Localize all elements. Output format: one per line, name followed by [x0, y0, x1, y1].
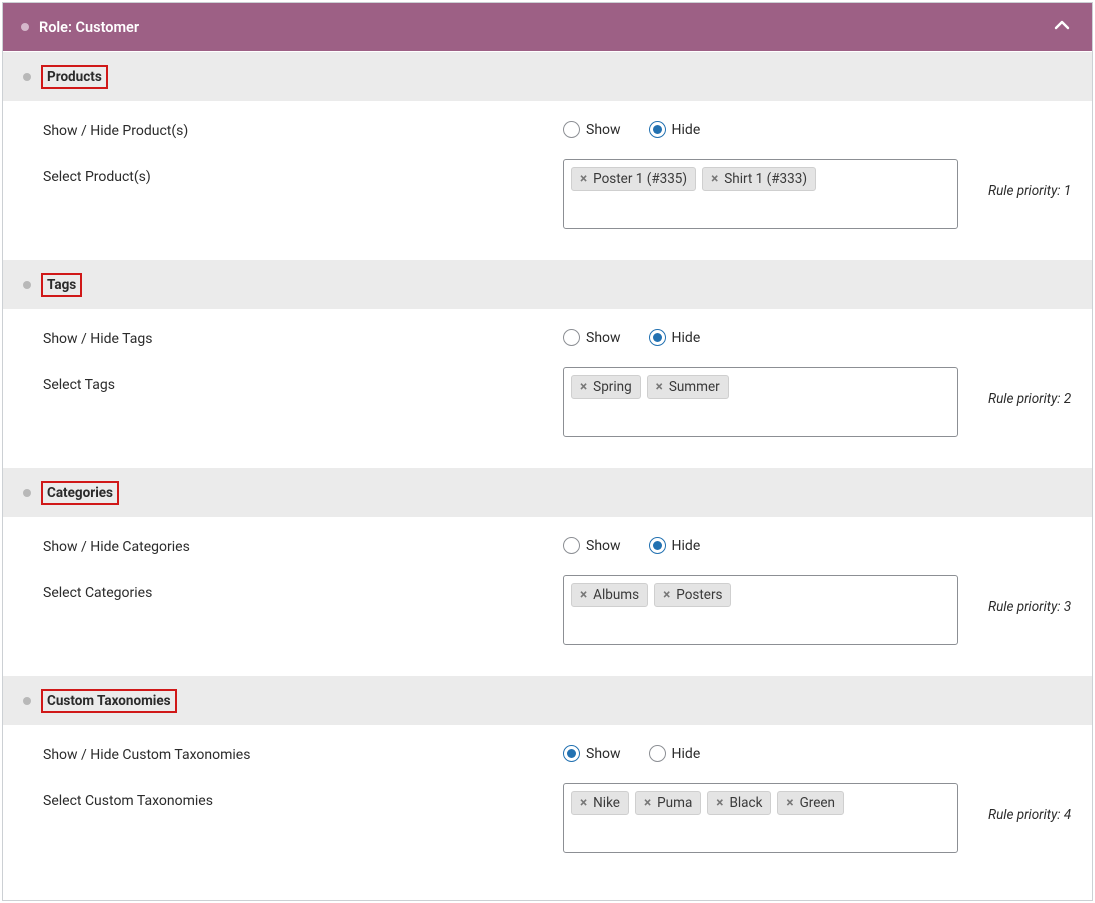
close-icon[interactable]: ×	[663, 587, 670, 603]
show-hide-label: Show / Hide Tags	[43, 329, 563, 347]
select-label: Select Product(s)	[43, 159, 563, 185]
show-hide-radio-group: Show Hide	[563, 329, 700, 346]
close-icon[interactable]: ×	[580, 587, 587, 603]
radio-hide[interactable]: Hide	[649, 537, 701, 554]
chip[interactable]: × Spring	[571, 375, 641, 399]
radio-show-label: Show	[586, 746, 621, 762]
chip[interactable]: × Black	[707, 791, 771, 815]
radio-show-label: Show	[586, 330, 621, 346]
multiselect-input[interactable]: × Spring × Summer	[563, 367, 958, 437]
close-icon[interactable]: ×	[580, 379, 587, 395]
chip-label: Posters	[676, 587, 722, 603]
section-header[interactable]: Categories	[3, 467, 1092, 517]
close-icon[interactable]: ×	[716, 795, 723, 811]
section-body: Show / Hide Product(s) Show Hide Select Pro…	[3, 101, 1092, 259]
chip-label: Puma	[657, 795, 692, 811]
section-title: Categories	[41, 481, 119, 505]
select-label: Select Custom Taxonomies	[43, 783, 563, 809]
chip[interactable]: × Albums	[571, 583, 648, 607]
show-hide-radio-group: Show Hide	[563, 537, 700, 554]
chip-label: Black	[729, 795, 762, 811]
section-title: Products	[41, 65, 108, 89]
bullet-icon	[23, 489, 31, 497]
radio-show-label: Show	[586, 538, 621, 554]
section-header[interactable]: Custom Taxonomies	[3, 675, 1092, 725]
close-icon[interactable]: ×	[786, 795, 793, 811]
show-hide-label: Show / Hide Product(s)	[43, 121, 563, 139]
radio-show[interactable]: Show	[563, 745, 621, 762]
radio-hide-label: Hide	[672, 538, 701, 554]
section-body: Show / Hide Categories Show Hide Select Cat…	[3, 517, 1092, 675]
section-header[interactable]: Products	[3, 51, 1092, 101]
multiselect-input[interactable]: × Nike × Puma × Black × Green	[563, 783, 958, 853]
section-title: Custom Taxonomies	[41, 689, 177, 713]
rule-priority: Rule priority: 2	[988, 391, 1071, 407]
multiselect-input[interactable]: × Poster 1 (#335) × Shirt 1 (#333)	[563, 159, 958, 229]
close-icon[interactable]: ×	[656, 379, 663, 395]
chip-label: Nike	[593, 795, 620, 811]
chip[interactable]: × Nike	[571, 791, 629, 815]
section-body: Show / Hide Custom Taxonomies Show Hide Sel…	[3, 725, 1092, 883]
section-header[interactable]: Tags	[3, 259, 1092, 309]
role-header[interactable]: Role: Customer	[3, 3, 1092, 51]
radio-show-label: Show	[586, 122, 621, 138]
radio-hide-label: Hide	[672, 330, 701, 346]
chip-label: Albums	[593, 587, 639, 603]
chip-label: Poster 1 (#335)	[593, 171, 687, 187]
bullet-icon	[23, 73, 31, 81]
chip-label: Summer	[669, 379, 720, 395]
radio-show[interactable]: Show	[563, 121, 621, 138]
section-body: Show / Hide Tags Show Hide Select Tags × Spri…	[3, 309, 1092, 467]
chip[interactable]: × Poster 1 (#335)	[571, 167, 696, 191]
section-title: Tags	[41, 273, 82, 297]
close-icon[interactable]: ×	[644, 795, 651, 811]
close-icon[interactable]: ×	[711, 171, 718, 187]
bullet-icon	[23, 281, 31, 289]
bullet-icon	[21, 23, 29, 31]
show-hide-radio-group: Show Hide	[563, 745, 700, 762]
close-icon[interactable]: ×	[580, 171, 587, 187]
chip[interactable]: × Shirt 1 (#333)	[702, 167, 816, 191]
role-title: Role: Customer	[39, 19, 139, 36]
radio-hide-label: Hide	[672, 746, 701, 762]
multiselect-input[interactable]: × Albums × Posters	[563, 575, 958, 645]
chip[interactable]: × Summer	[647, 375, 729, 399]
select-label: Select Tags	[43, 367, 563, 393]
chip-label: Shirt 1 (#333)	[724, 171, 807, 187]
rule-priority: Rule priority: 3	[988, 599, 1071, 615]
show-hide-label: Show / Hide Custom Taxonomies	[43, 745, 563, 763]
show-hide-label: Show / Hide Categories	[43, 537, 563, 555]
show-hide-radio-group: Show Hide	[563, 121, 700, 138]
radio-hide[interactable]: Hide	[649, 121, 701, 138]
bullet-icon	[23, 697, 31, 705]
rule-priority: Rule priority: 1	[988, 183, 1071, 199]
chip-label: Green	[800, 795, 835, 811]
radio-hide[interactable]: Hide	[649, 745, 701, 762]
chip[interactable]: × Posters	[654, 583, 731, 607]
rule-priority: Rule priority: 4	[988, 807, 1071, 823]
chip[interactable]: × Green	[777, 791, 844, 815]
radio-show[interactable]: Show	[563, 329, 621, 346]
chevron-up-icon[interactable]	[1052, 15, 1072, 39]
radio-hide[interactable]: Hide	[649, 329, 701, 346]
select-label: Select Categories	[43, 575, 563, 601]
chip[interactable]: × Puma	[635, 791, 701, 815]
close-icon[interactable]: ×	[580, 795, 587, 811]
radio-hide-label: Hide	[672, 122, 701, 138]
chip-label: Spring	[593, 379, 632, 395]
radio-show[interactable]: Show	[563, 537, 621, 554]
